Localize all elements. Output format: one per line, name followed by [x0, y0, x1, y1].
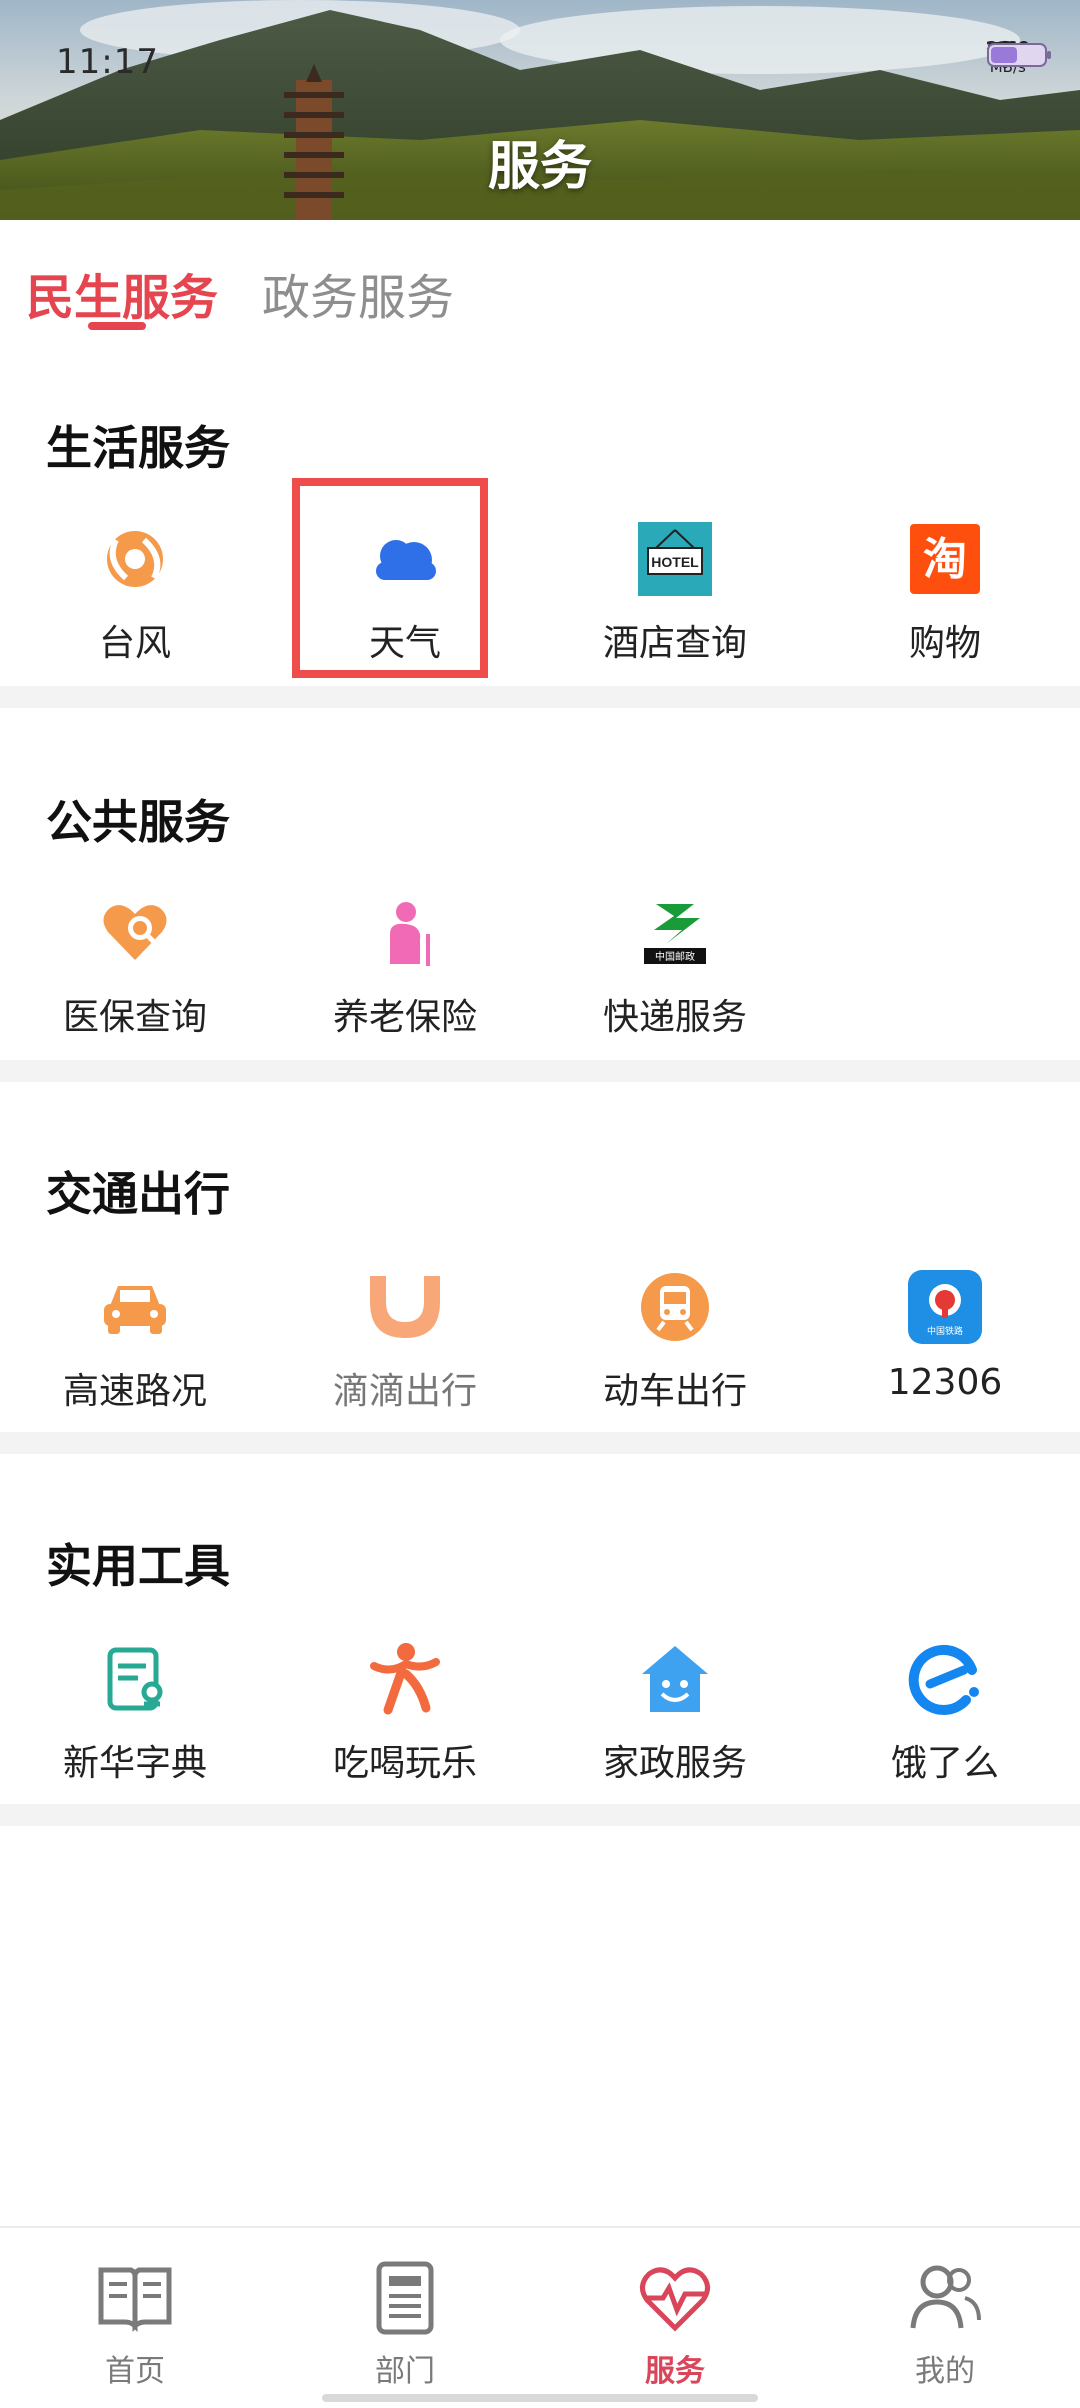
tab-government-services[interactable]: 政务服务: [262, 258, 454, 328]
service-item-typhoon[interactable]: 台风: [0, 520, 270, 670]
china-post-icon: 中国邮政: [644, 904, 706, 964]
service-label: 台风: [98, 623, 171, 664]
service-item-food-fun[interactable]: 吃喝玩乐: [270, 1640, 540, 1790]
service-label: 购物: [908, 623, 981, 664]
service-label: 高速路况: [62, 1371, 207, 1412]
service-item-eleme[interactable]: 饿了么: [810, 1640, 1080, 1790]
service-item-housekeeping[interactable]: 家政服务: [540, 1640, 810, 1790]
highlight-box: [292, 478, 488, 678]
heart-search-icon: [103, 905, 167, 960]
section-divider: [0, 1060, 1080, 1082]
hotel-icon: HOTEL: [638, 522, 712, 596]
section-title: 实用工具: [46, 1539, 230, 1593]
section-tools: 实用工具 新华字典 吃喝玩乐 家政服务 饿了么: [0, 1454, 1080, 1804]
service-label: 动车出行: [602, 1371, 747, 1412]
service-item-hotel[interactable]: HOTEL 酒店查询: [540, 520, 810, 670]
service-item-dictionary[interactable]: 新华字典: [0, 1640, 270, 1790]
service-item-express[interactable]: 中国邮政 快递服务: [540, 894, 810, 1044]
dictionary-icon: [107, 1647, 163, 1711]
nav-services[interactable]: 服务: [540, 2228, 810, 2408]
china-railway-icon: 中国铁路: [908, 1270, 982, 1344]
person-fun-icon: [370, 1643, 440, 1715]
china-railway-icon-text: 中国铁路: [927, 1325, 963, 1337]
service-item-didi[interactable]: 滴滴出行: [270, 1268, 540, 1418]
section-traffic-services: 交通出行 高速路况 滴滴出行 动车出行 中国铁路 12306: [0, 1082, 1080, 1432]
status-icons: 2.60 MB/s: [986, 40, 1051, 76]
section-divider: [0, 686, 1080, 708]
document-icon: [376, 2261, 434, 2335]
section-title: 生活服务: [46, 421, 230, 475]
active-tab-indicator: [88, 322, 146, 330]
service-item-bullet-train[interactable]: 动车出行: [540, 1268, 810, 1418]
service-label: 医保查询: [62, 997, 207, 1038]
service-grid: 台风 天气 HOTEL 酒店查询 淘 购物: [0, 520, 1080, 670]
service-item-pension[interactable]: 养老保险: [270, 894, 540, 1044]
nav-home[interactable]: 首页: [0, 2228, 270, 2408]
nav-profile[interactable]: 我的: [810, 2228, 1080, 2408]
tab-livelihood-services[interactable]: 民生服务: [26, 258, 218, 328]
taobao-icon: 淘: [910, 524, 980, 594]
service-label: 家政服务: [602, 1743, 747, 1784]
heart-pulse-icon: [640, 2267, 710, 2332]
hotel-icon-text: HOTEL: [651, 554, 699, 570]
service-item-12306[interactable]: 中国铁路 12306: [810, 1268, 1080, 1418]
service-label: 养老保险: [332, 997, 477, 1038]
section-life-services: 生活服务 台风 天气 HOTEL 酒店查询 淘 购物: [0, 340, 1080, 686]
bottom-navigation: 首页 部门 服务 我的: [0, 2226, 1080, 2408]
section-public-services: 公共服务 医保查询 养老保险 中国邮政 快递服务: [0, 708, 1080, 1060]
service-tabs: 民生服务 政务服务: [0, 220, 1080, 340]
service-item-shopping[interactable]: 淘 购物: [810, 520, 1080, 670]
section-title: 公共服务: [46, 795, 230, 849]
book-icon: [98, 2267, 172, 2333]
home-indicator[interactable]: [322, 2394, 758, 2402]
elderly-icon: [390, 902, 430, 966]
car-icon: [104, 1286, 166, 1334]
nav-label: 我的: [915, 2354, 975, 2389]
service-label: 新华字典: [62, 1743, 207, 1784]
nav-label: 首页: [105, 2354, 165, 2389]
typhoon-icon: [107, 531, 163, 587]
service-label: 酒店查询: [602, 623, 747, 664]
header-banner: 11:17 2.60 MB/s 服务: [0, 0, 1080, 220]
service-label: 12306: [887, 1362, 1003, 1403]
service-label: 饿了么: [890, 1743, 999, 1784]
nav-label: 服务: [645, 2354, 705, 2389]
battery-icon: [986, 43, 1051, 67]
service-item-highway[interactable]: 高速路况: [0, 1268, 270, 1418]
page-title: 服务: [487, 137, 592, 197]
section-title: 交通出行: [46, 1167, 230, 1221]
service-grid: 高速路况 滴滴出行 动车出行 中国铁路 12306: [0, 1268, 1080, 1418]
train-icon: [641, 1273, 709, 1341]
service-item-medical-insurance[interactable]: 医保查询: [0, 894, 270, 1044]
nav-label: 部门: [375, 2354, 435, 2389]
china-post-icon-text: 中国邮政: [655, 950, 695, 963]
service-label: 滴滴出行: [332, 1371, 477, 1412]
house-smile-icon: [642, 1646, 708, 1712]
user-icon: [910, 2265, 981, 2329]
status-time: 11:17: [56, 42, 159, 82]
service-label: 吃喝玩乐: [332, 1743, 477, 1784]
section-divider: [0, 1804, 1080, 1826]
section-divider: [0, 1432, 1080, 1454]
service-grid: 新华字典 吃喝玩乐 家政服务 饿了么: [0, 1640, 1080, 1790]
service-label: 快递服务: [602, 997, 747, 1038]
eleme-icon: [908, 1644, 979, 1715]
service-grid: 医保查询 养老保险 中国邮政 快递服务: [0, 894, 1080, 1044]
didi-icon: [370, 1276, 440, 1338]
taobao-icon-text: 淘: [923, 534, 967, 585]
nav-departments[interactable]: 部门: [270, 2228, 540, 2408]
